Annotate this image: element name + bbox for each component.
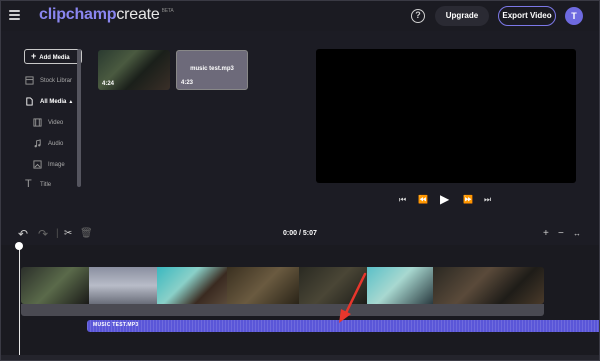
media-duration: 4:24 <box>102 81 115 87</box>
clip-frame <box>433 267 544 304</box>
film-icon <box>33 118 42 127</box>
fast-forward-icon[interactable]: ⏩ <box>463 194 473 206</box>
add-media-button[interactable]: + Add Media <box>24 49 82 64</box>
clip-frame <box>21 267 89 304</box>
zoom-out-icon[interactable]: − <box>558 224 564 244</box>
fit-icon[interactable]: ↔ <box>573 224 581 244</box>
clip-frame <box>89 267 157 304</box>
library-icon <box>25 76 34 85</box>
skip-forward-icon[interactable]: ⏭ <box>484 194 491 206</box>
video-clip[interactable] <box>21 267 544 304</box>
sidebar-item-audio[interactable]: Audio <box>33 139 63 148</box>
clip-frame <box>157 267 227 304</box>
file-icon <box>26 97 33 106</box>
app-window: clipchampcreate BETA ? Upgrade Export Vid… <box>0 0 600 361</box>
chevron-up-icon: ▲ <box>68 98 74 105</box>
zoom-in-icon[interactable]: + <box>543 224 549 244</box>
top-bar: clipchampcreate BETA ? Upgrade Export Vid… <box>1 1 599 31</box>
timeline-toolbar: ↶ ↷ | ✂ 🗑 0:00 / 5:07 + − ↔ <box>1 224 599 244</box>
upgrade-button[interactable]: Upgrade <box>435 6 489 26</box>
playhead-handle[interactable] <box>15 242 23 250</box>
video-clip-audio-strip <box>21 304 544 316</box>
playhead[interactable] <box>19 246 20 360</box>
music-note-icon <box>34 139 41 148</box>
trash-icon[interactable]: 🗑 <box>80 224 93 244</box>
redo-icon[interactable]: ↷ <box>38 224 48 244</box>
rewind-icon[interactable]: ⏪ <box>418 194 428 206</box>
player-controls: ⏮ ⏪ ▶ ⏩ ⏭ <box>396 193 496 206</box>
clip-frame <box>367 267 433 304</box>
text-icon: T <box>25 178 32 190</box>
undo-icon[interactable]: ↶ <box>18 224 28 244</box>
divider: | <box>56 228 59 239</box>
sidebar-item-stock-library[interactable]: Stock Librar <box>25 76 72 85</box>
clip-frame <box>227 267 299 304</box>
time-display: 0:00 / 5:07 <box>283 230 317 237</box>
user-avatar[interactable]: T <box>565 7 583 25</box>
video-preview[interactable] <box>316 49 576 183</box>
play-icon[interactable]: ▶ <box>440 193 449 205</box>
sidebar-scrollbar[interactable] <box>77 49 81 187</box>
audio-clip-label: MUSIC TEST.MP3 <box>93 322 139 328</box>
menu-icon[interactable] <box>9 10 20 20</box>
annotation-arrow-icon <box>339 272 367 323</box>
horizontal-scrollbar[interactable] <box>1 355 599 360</box>
media-duration: 4:23 <box>181 80 194 86</box>
skip-back-icon[interactable]: ⏮ <box>399 194 406 206</box>
app-logo: clipchampcreate BETA <box>39 6 174 23</box>
sidebar-item-video[interactable]: Video <box>33 118 63 127</box>
media-thumb-audio[interactable]: music test.mp3 4:23 <box>176 50 248 90</box>
sidebar-item-image[interactable]: Image <box>33 160 65 169</box>
plus-icon: + <box>31 51 37 61</box>
scissors-icon[interactable]: ✂ <box>64 224 72 244</box>
media-name: music test.mp3 <box>190 66 234 72</box>
media-thumb-video[interactable]: 4:24 <box>98 50 170 90</box>
export-video-button[interactable]: Export Video <box>498 6 556 26</box>
help-icon[interactable]: ? <box>411 9 425 23</box>
image-icon <box>33 160 42 169</box>
sidebar-item-title[interactable]: T Title <box>25 178 51 190</box>
sidebar-item-all-media[interactable]: All Media ▲ <box>25 97 73 106</box>
